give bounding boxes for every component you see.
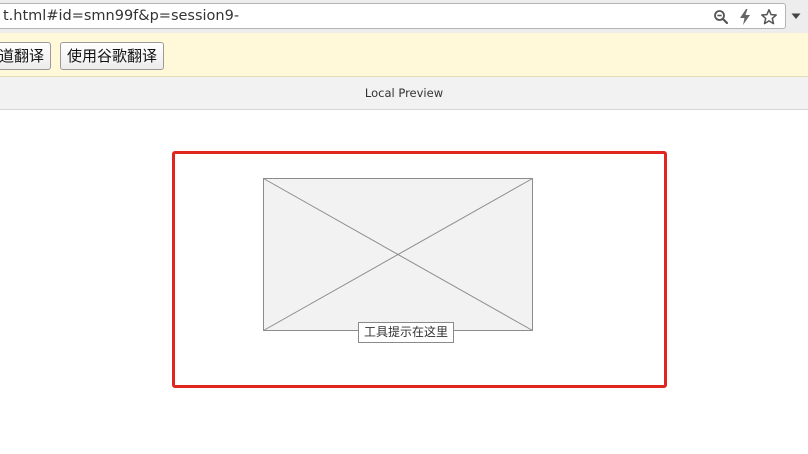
star-icon[interactable] xyxy=(757,7,781,27)
translate-button-google[interactable]: 使用谷歌翻译 xyxy=(60,42,165,70)
lightning-icon[interactable] xyxy=(733,7,757,27)
tooltip: 工具提示在这里 xyxy=(358,322,455,343)
url-actions xyxy=(709,7,781,27)
chevron-down-icon[interactable] xyxy=(786,5,806,27)
url-text[interactable]: t.html#id=smn99f&p=session9- xyxy=(3,8,239,24)
address-bar: t.html#id=smn99f&p=session9- xyxy=(0,0,808,34)
translate-button-youdao[interactable]: 道翻译 xyxy=(0,42,52,70)
image-placeholder-icon xyxy=(263,178,533,331)
preview-title: Local Preview xyxy=(0,77,808,110)
preview-canvas: 工具提示在这里 xyxy=(0,110,808,454)
translation-bar: 道翻译 使用谷歌翻译 xyxy=(0,33,808,77)
browser-window: t.html#id=smn99f&p=session9- 道翻译 使用谷歌翻译 … xyxy=(0,0,808,454)
url-field[interactable]: t.html#id=smn99f&p=session9- xyxy=(0,3,786,29)
zoom-icon[interactable] xyxy=(709,7,733,27)
